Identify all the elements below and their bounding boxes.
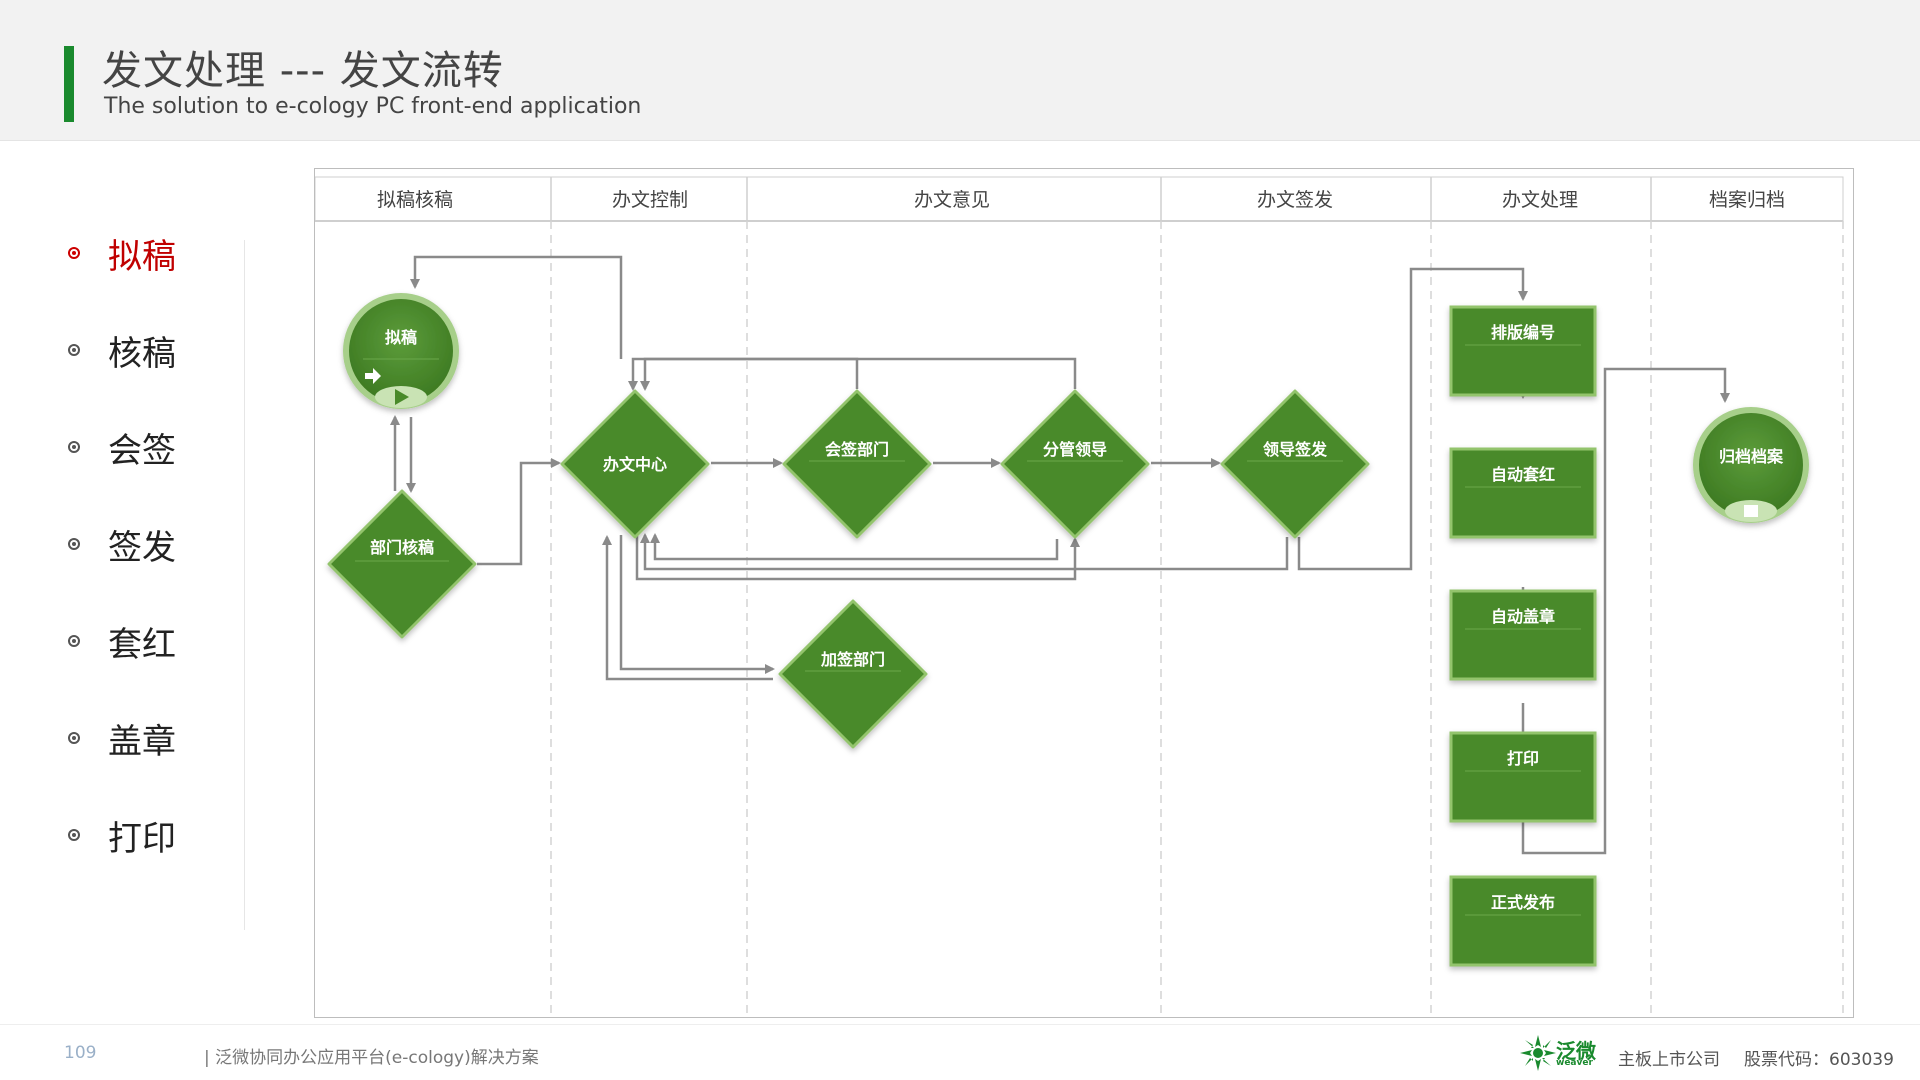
page-subtitle: The solution to e-cology PC front-end ap… [104,94,642,119]
node-label: 领导签发 [1263,440,1328,459]
node-auto-seal[interactable]: 自动盖章 [1449,589,1597,681]
slide: 发文处理 --- 发文流转 The solution to e-cology P… [0,0,1920,1080]
nav-divider [244,240,245,930]
page-number: 109 [64,1043,97,1063]
node-extra-sign-dept[interactable]: 加签部门 [778,599,928,749]
lane-title: 拟稿核稿 [377,189,453,211]
brand-sub: weaver [1556,1058,1593,1068]
page-title: 发文处理 --- 发文流转 [102,48,504,94]
nav-item-label: 核稿 [108,333,176,374]
nav-item-countersign[interactable]: 会签 [60,419,250,475]
node-center[interactable]: 办文中心 [560,389,710,539]
node-label: 排版编号 [1491,323,1555,342]
lane-title: 办文控制 [612,189,688,211]
node-label: 拟稿 [385,328,417,347]
stock-code: 股票代码：603039 [1744,1050,1894,1070]
lane-header: 拟稿核稿 办文控制 办文意见 办文签发 办文处理 档案归档 [315,176,1844,222]
bullet-icon [68,732,80,744]
node-supervisor[interactable]: 分管领导 [1000,389,1150,539]
bullet-icon [68,538,80,550]
stop-icon [1744,505,1758,517]
node-archive[interactable]: 归档档案 [1693,407,1809,523]
lane-title: 办文意见 [914,189,990,211]
header: 发文处理 --- 发文流转 The solution to e-cology P… [0,0,1920,141]
node-leader-sign[interactable]: 领导签发 [1220,389,1370,539]
node-label: 会签部门 [825,440,889,459]
node-label: 部门核稿 [370,538,434,557]
nav-item-label: 拟稿 [108,236,176,277]
node-auto-redhead[interactable]: 自动套红 [1449,447,1597,539]
lane-dashed-dividers [550,221,1844,1017]
bullet-icon [68,635,80,647]
nav-item-label: 会签 [108,430,176,471]
node-label: 分管领导 [1043,440,1107,459]
bullet-icon [68,829,80,841]
node-label: 自动盖章 [1491,607,1555,626]
header-accent-bar [64,46,74,122]
bullet-icon [68,441,80,453]
company-label: 主板上市公司 [1618,1050,1720,1070]
bullet-icon [68,344,80,356]
bullet-icon [68,247,80,259]
nav-item-print[interactable]: 打印 [60,807,250,863]
lane-title: 档案归档 [1709,189,1785,211]
nav-item-label: 打印 [108,818,176,859]
node-print[interactable]: 打印 [1449,731,1597,823]
node-dept-review[interactable]: 部门核稿 [327,489,477,639]
footer-title: | 泛微协同办公应用平台(e-cology)解决方案 [204,1048,539,1068]
nav-item-review[interactable]: 核稿 [60,322,250,378]
lane-title: 办文处理 [1502,189,1578,211]
node-label: 自动套红 [1491,465,1555,484]
footer: 109 | 泛微协同办公应用平台(e-cology)解决方案 泛微 weaver… [0,1024,1920,1080]
node-label: 办文中心 [603,455,667,474]
node-label: 归档档案 [1719,447,1784,466]
node-layout-number[interactable]: 排版编号 [1449,305,1597,397]
nav-item-label: 盖章 [108,721,176,762]
node-publish[interactable]: 正式发布 [1449,875,1597,967]
nav-item-label: 套红 [108,624,176,665]
lane-title: 办文签发 [1257,189,1333,211]
nav-item-draft[interactable]: 拟稿 [60,225,250,281]
flow-diagram: 拟稿核稿 办文控制 办文意见 办文签发 办文处理 档案归档 拟稿 部门核稿 办文… [314,168,1854,1018]
node-label: 加签部门 [820,650,885,669]
nav-item-label: 签发 [108,527,176,568]
node-start[interactable]: 拟稿 [343,293,459,409]
nav-item-redhead[interactable]: 套红 [60,613,250,669]
node-label: 打印 [1507,749,1539,768]
node-label: 正式发布 [1491,893,1555,912]
nav-item-issue[interactable]: 签发 [60,516,250,572]
node-countersign-dept[interactable]: 会签部门 [782,389,932,539]
nav-item-seal[interactable]: 盖章 [60,710,250,766]
